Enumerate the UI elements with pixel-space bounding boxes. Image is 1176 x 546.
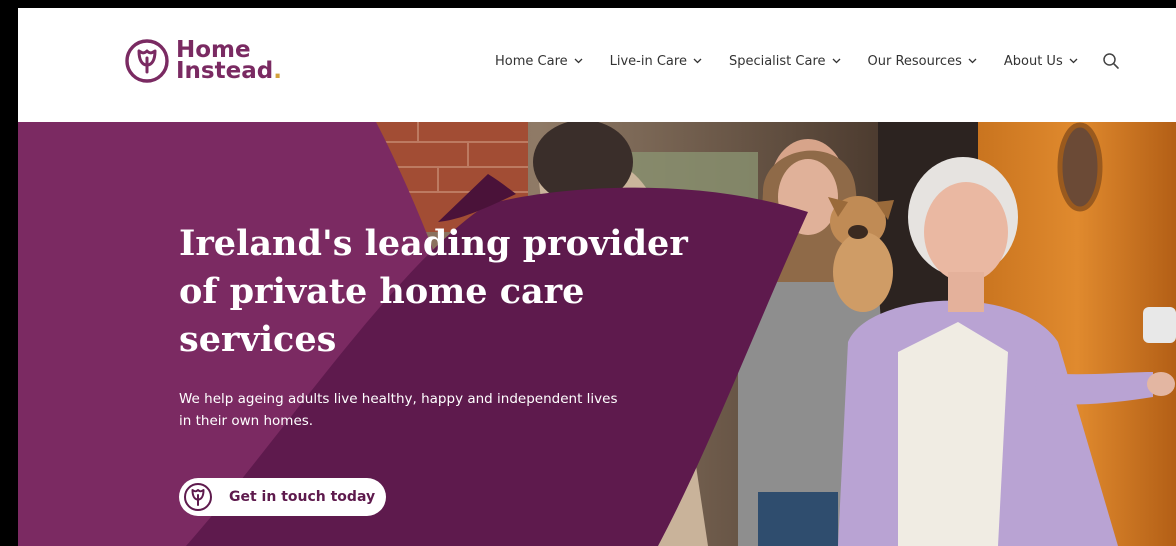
main-nav: Home Care Live-in Care Specialist Care O… (495, 52, 1120, 70)
nav-label: Our Resources (867, 53, 962, 69)
nav-specialist-care[interactable]: Specialist Care (729, 54, 841, 69)
nav-our-resources[interactable]: Our Resources (868, 54, 977, 69)
hero-content: Ireland's leading provider of private ho… (179, 220, 719, 432)
page-frame: Home Instead. Home Care Live-in Care Spe… (18, 8, 1176, 546)
nav-live-in-care[interactable]: Live-in Care (610, 54, 702, 69)
chevron-down-icon (832, 58, 840, 64)
nav-label: Live-in Care (609, 53, 687, 69)
brand-wordmark: Home Instead. (176, 39, 282, 84)
nav-home-care[interactable]: Home Care (495, 54, 583, 69)
chevron-down-icon (968, 58, 977, 64)
site-header: Home Instead. Home Care Live-in Care Spe… (18, 8, 1176, 122)
brand-line-2-text: Instead (176, 58, 274, 84)
home-instead-logo[interactable]: Home Instead. (124, 38, 282, 84)
hero-banner: Ireland's leading provider of private ho… (18, 122, 1176, 546)
search-icon[interactable] (1102, 52, 1120, 70)
nav-label: About Us (1003, 53, 1063, 69)
get-in-touch-button[interactable]: Get in touch today (179, 478, 386, 516)
chevron-down-icon (693, 58, 702, 64)
brand-line-2: Instead. (176, 58, 282, 84)
cta-label: Get in touch today (229, 489, 376, 505)
brand-dot: . (273, 58, 282, 84)
tulip-logo-icon (125, 39, 169, 83)
chevron-down-icon (1069, 58, 1078, 64)
tulip-logo-icon (184, 483, 212, 511)
hero-subtitle: We help ageing adults live healthy, happ… (179, 391, 618, 429)
nav-label: Specialist Care (728, 53, 826, 69)
nav-label: Home Care (495, 53, 568, 69)
hero-title: Ireland's leading provider of private ho… (179, 223, 688, 360)
nav-about-us[interactable]: About Us (1004, 54, 1078, 69)
chevron-down-icon (574, 58, 583, 64)
